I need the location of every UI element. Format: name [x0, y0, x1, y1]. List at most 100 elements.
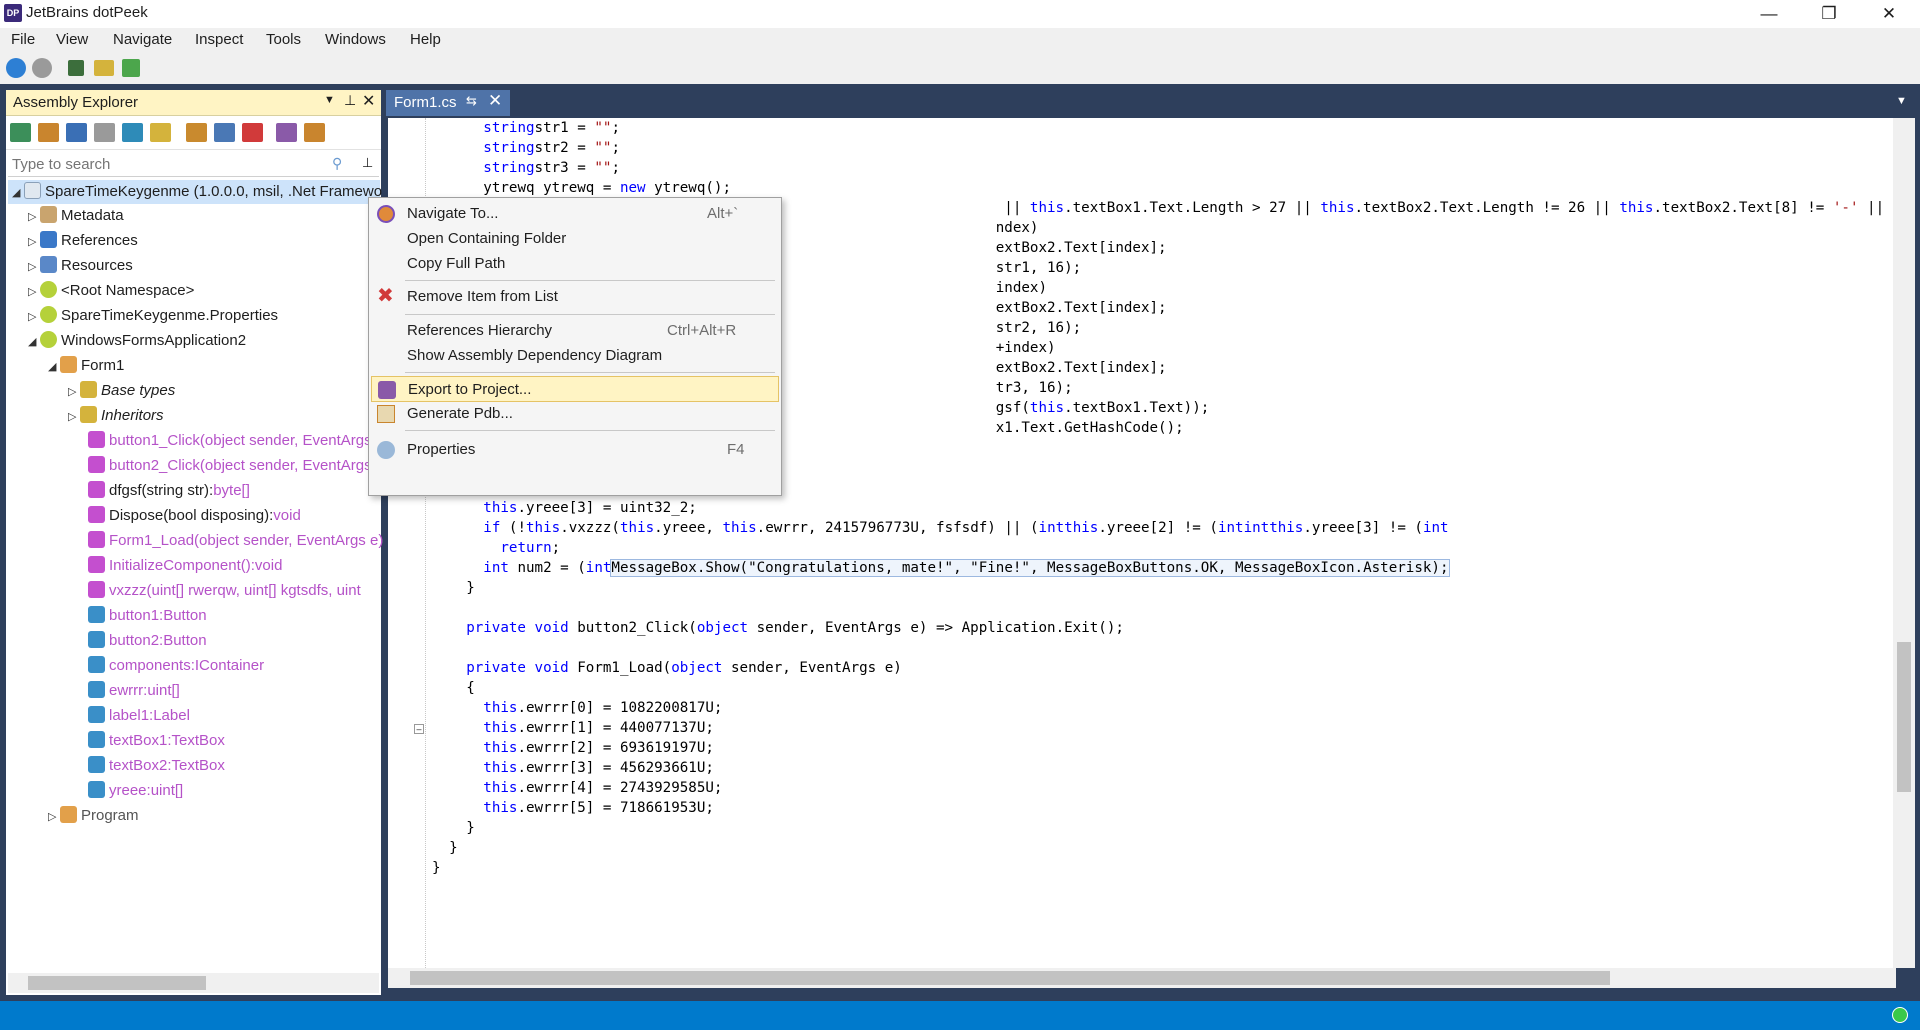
tree-node-base-types[interactable]: ▷ Base types	[68, 379, 175, 403]
code-line: stringstr3 = "";	[483, 158, 620, 178]
close-window-icon[interactable]: ✕	[1860, 0, 1918, 28]
menu-item-export-to-project[interactable]: Export to Project...	[371, 376, 779, 402]
tree-node-member[interactable]: textBox1:TextBox	[88, 729, 225, 753]
tree-node-member[interactable]: Dispose(bool disposing):void	[88, 504, 301, 528]
dropdown-icon[interactable]: ▼	[324, 94, 335, 106]
menu-item-open-containing-folder[interactable]: Open Containing Folder	[371, 226, 779, 252]
search-pin-icon[interactable]: ⊥	[362, 155, 373, 171]
export-project-icon[interactable]	[276, 123, 297, 142]
scroll-thumb[interactable]	[1897, 642, 1911, 792]
tree-node-inheritors[interactable]: ▷ Inheritors	[68, 404, 164, 428]
tree-node-member[interactable]: components:IContainer	[88, 654, 264, 678]
menu-separator	[405, 372, 775, 373]
tree-node-member[interactable]: Form1_Load(object sender, EventArgs e)	[88, 529, 383, 553]
menu-item-remove-item[interactable]: ✖ Remove Item from List	[371, 284, 779, 310]
back-arrow-icon[interactable]	[6, 58, 26, 78]
editor-tabstrip: ▼	[386, 90, 1920, 116]
assembly-list-icon[interactable]	[94, 123, 115, 142]
field-icon	[88, 731, 105, 748]
tree-node-member[interactable]: vxzzz(uint[] rwerqw, uint[] kgtsdfs, uin…	[88, 579, 361, 603]
tab-list-dropdown-icon[interactable]: ▼	[1896, 95, 1907, 107]
scroll-thumb[interactable]	[410, 971, 1610, 985]
hierarchy-icon[interactable]	[122, 123, 143, 142]
forward-arrow-icon[interactable]	[32, 58, 52, 78]
assembly-icon	[24, 182, 41, 199]
status-indicator-icon[interactable]	[1892, 1007, 1908, 1023]
menu-file[interactable]: File	[11, 31, 35, 48]
tree-node-root-namespace[interactable]: ▷ <Root Namespace>	[28, 279, 194, 303]
code-token: int	[585, 560, 612, 576]
assembly-toolbar-icon[interactable]	[68, 60, 84, 76]
assembly-search-input[interactable]	[12, 154, 322, 175]
assembly-explorer-hscrollbar[interactable]	[8, 973, 379, 993]
restore-icon[interactable]: ❐	[1800, 0, 1858, 28]
tab-form1-cs[interactable]: Form1.cs ⇆ ✕	[386, 90, 510, 116]
tree-node-winforms-namespace[interactable]: ◢ WindowsFormsApplication2	[28, 329, 246, 353]
tree-node-program[interactable]: ▷ Program	[48, 804, 139, 828]
code-line: stringstr1 = "";	[483, 118, 620, 138]
tree-node-member[interactable]: button1:Button	[88, 604, 207, 628]
tree-node-assembly[interactable]: ◢ SpareTimeKeygenme (1.0.0.0, msil, .Net …	[8, 180, 382, 204]
properties-icon	[377, 441, 395, 459]
menu-item-references-hierarchy[interactable]: References Hierarchy Ctrl+Alt+R	[371, 318, 779, 344]
tree-node-member[interactable]: ewrrr:uint[]	[88, 679, 180, 703]
code-token: '-'	[1832, 200, 1859, 216]
code-token: .ewrrr, 2415796773U, fsfsdf) || (	[756, 520, 1039, 536]
code-line: this.yreee[3] = uint32_2;	[483, 498, 697, 518]
close-panel-icon[interactable]: ✕	[362, 91, 375, 111]
tree-node-properties-namespace[interactable]: ▷ SpareTimeKeygenme.Properties	[28, 304, 278, 328]
tab-close-icon[interactable]: ✕	[488, 91, 502, 111]
tree-node-member[interactable]: button2:Button	[88, 629, 207, 653]
folder-toolbar-icon[interactable]	[94, 60, 114, 76]
open-nuget-icon[interactable]	[66, 123, 87, 142]
menu-help[interactable]: Help	[410, 31, 441, 48]
code-token: .ewrrr[5] = 718661953U;	[517, 800, 714, 816]
code-line: if (!this.vxzzz(this.yreee, this.ewrrr, …	[483, 518, 1448, 538]
code-token: int	[1038, 520, 1065, 536]
pdb-icon	[377, 405, 395, 423]
menu-item-dependency-diagram[interactable]: Show Assembly Dependency Diagram	[371, 343, 779, 369]
scroll-thumb[interactable]	[28, 976, 206, 990]
open-from-gac-icon[interactable]	[38, 123, 59, 142]
base-types-icon	[80, 381, 97, 398]
menu-windows[interactable]: Windows	[325, 31, 386, 48]
code-token: sender, EventArgs e)	[722, 660, 902, 676]
editor-vscrollbar[interactable]	[1893, 118, 1915, 968]
tree-node-resources[interactable]: ▷ Resources	[28, 254, 133, 278]
method-icon	[88, 431, 105, 448]
tree-node-member[interactable]: yreee:uint[]	[88, 779, 183, 803]
code-token: this	[1029, 400, 1065, 416]
menu-item-navigate-to[interactable]: Navigate To... Alt+`	[371, 201, 779, 227]
remove-toolbar-icon[interactable]	[242, 123, 263, 142]
code-token: this	[619, 520, 655, 536]
search-icon[interactable]: ⚲	[332, 155, 342, 172]
run-toolbar-icon[interactable]	[122, 59, 140, 77]
menu-item-copy-full-path[interactable]: Copy Full Path	[371, 251, 779, 277]
tree-node-references[interactable]: ▷ References	[28, 229, 138, 253]
open-icon[interactable]	[10, 123, 31, 142]
tree-node-member[interactable]: dfgsf(string str):byte[]	[88, 479, 250, 503]
tree-node-metadata[interactable]: ▷ Metadata	[28, 204, 124, 228]
tree-node-member[interactable]: InitializeComponent():void	[88, 554, 282, 578]
pdb-toolbar-icon[interactable]	[304, 123, 325, 142]
code-token: button2_Click(	[568, 620, 697, 636]
pin-icon[interactable]: ⊥	[344, 92, 356, 109]
collapse-icon[interactable]: –	[414, 724, 424, 734]
minimize-icon[interactable]: —	[1740, 0, 1798, 28]
tree-node-member[interactable]: textBox2:TextBox	[88, 754, 225, 778]
settings-icon[interactable]	[150, 123, 171, 142]
menu-navigate[interactable]: Navigate	[113, 31, 172, 48]
tree-node-member[interactable]: label1:Label	[88, 704, 190, 728]
tree-node-member[interactable]: button1_Click(object sender, EventArgs	[88, 429, 372, 453]
menu-item-properties[interactable]: Properties F4	[371, 437, 779, 463]
tab-pin-icon[interactable]: ⇆	[466, 93, 477, 109]
menu-view[interactable]: View	[56, 31, 88, 48]
export-toolbar-icon[interactable]	[186, 123, 207, 142]
tree-node-form1[interactable]: ◢ Form1	[48, 354, 124, 378]
save-list-icon[interactable]	[214, 123, 235, 142]
menu-item-generate-pdb[interactable]: Generate Pdb...	[371, 401, 779, 427]
menu-inspect[interactable]: Inspect	[195, 31, 243, 48]
menu-tools[interactable]: Tools	[266, 31, 301, 48]
editor-hscrollbar[interactable]	[388, 968, 1896, 988]
tree-node-member[interactable]: button2_Click(object sender, EventArgs	[88, 454, 372, 478]
